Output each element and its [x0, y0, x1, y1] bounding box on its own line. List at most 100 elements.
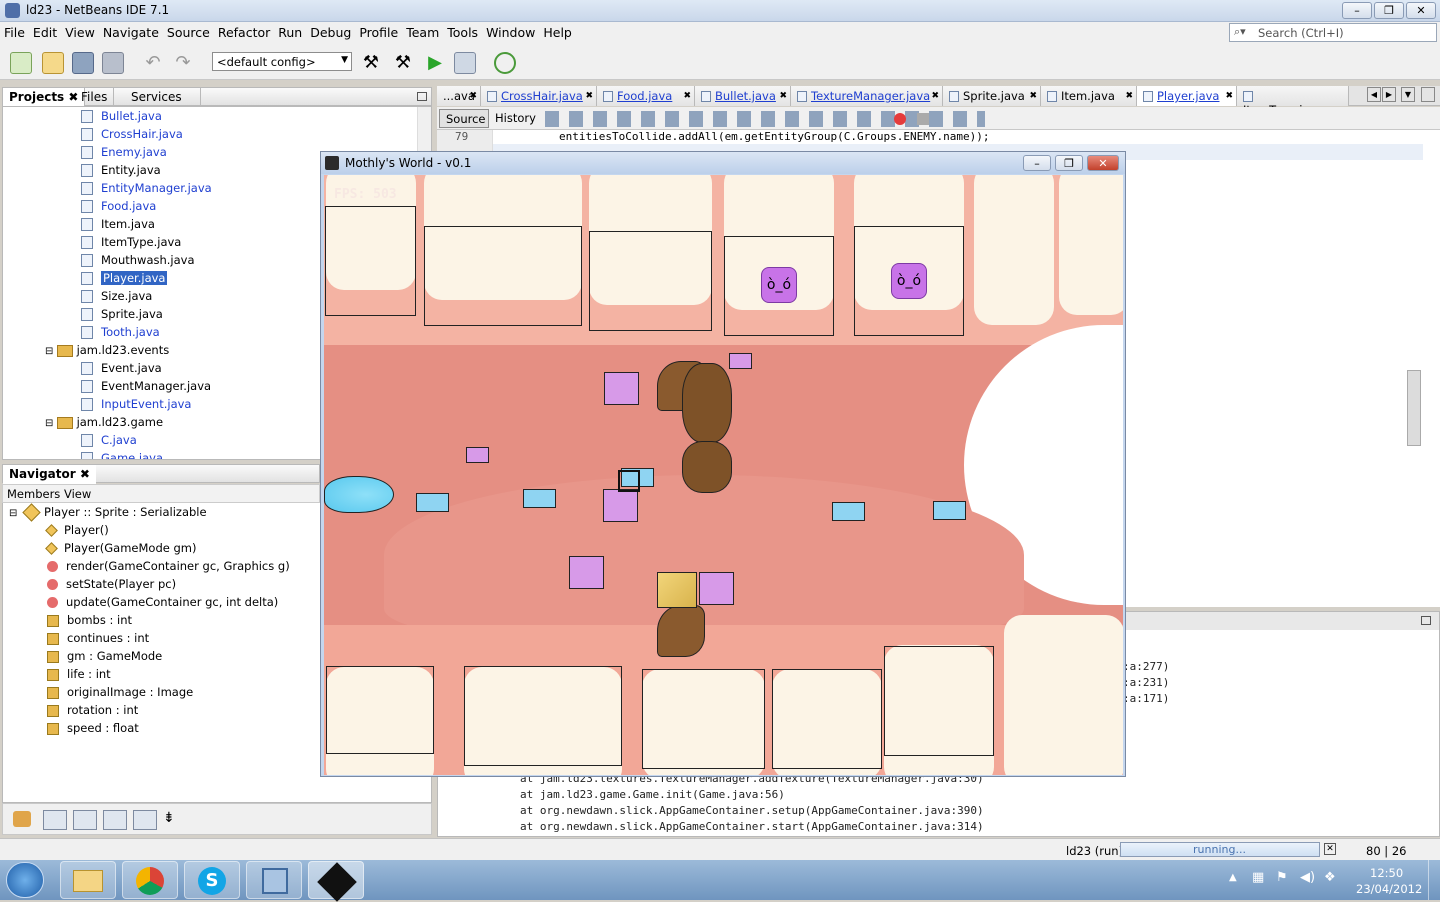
redo-icon[interactable]: ↷ — [172, 52, 194, 74]
history-button[interactable]: History — [491, 109, 537, 128]
clock-time[interactable]: 12:50 — [1370, 866, 1403, 880]
game-canvas[interactable]: ò_ó ò_ó FPS: 503 — [324, 175, 1123, 775]
expand-icon[interactable]: ⊟ — [45, 346, 57, 357]
editor-tab[interactable]: Food.java ✖ — [597, 86, 695, 106]
debug-icon[interactable] — [454, 52, 476, 74]
search-input[interactable]: ⌕▾ Search (Ctrl+I) — [1229, 23, 1437, 42]
game-close-button[interactable]: ✕ — [1087, 155, 1119, 171]
maximize-editor-icon[interactable] — [1421, 87, 1435, 102]
filter-nonpublic-icon[interactable] — [103, 810, 127, 830]
game-minimize-button[interactable]: – — [1023, 155, 1051, 171]
build-hammer-icon[interactable]: ⚒ — [360, 52, 382, 74]
menu-run[interactable]: Run — [274, 22, 306, 40]
editor-tab[interactable]: ...ava ✖ — [437, 86, 481, 106]
tab-list-icon[interactable]: ▼ — [1401, 87, 1415, 102]
file-node[interactable]: C.java — [81, 433, 137, 451]
editor-tab[interactable]: Item.java ✖ — [1041, 86, 1137, 106]
close-tab-icon[interactable]: ✖ — [1125, 91, 1133, 101]
tab-scroll-right-icon[interactable]: ▶ — [1382, 87, 1396, 102]
file-node[interactable]: Event.java — [81, 361, 162, 379]
minimize-panel-icon[interactable] — [417, 92, 427, 101]
file-node[interactable]: Item.java — [81, 217, 155, 235]
editor-tab[interactable]: Sprite.java ✖ — [943, 86, 1041, 106]
file-node[interactable]: Mouthwash.java — [81, 253, 195, 271]
file-node[interactable]: InputEvent.java — [81, 397, 191, 415]
tab-files[interactable]: Files — [75, 88, 115, 107]
minimize-button[interactable]: – — [1342, 2, 1372, 19]
file-node[interactable]: Tooth.java — [81, 325, 160, 343]
minimize-output-icon[interactable] — [1421, 616, 1431, 625]
file-node[interactable]: EntityManager.java — [81, 181, 212, 199]
navigator-member[interactable]: rotation : int — [47, 703, 138, 721]
stack-trace-line[interactable]: at org.newdawn.slick.AppGameContainer.se… — [520, 804, 984, 817]
navigator-member[interactable]: setState(Player pc) — [47, 577, 176, 595]
file-node[interactable]: Sprite.java — [81, 307, 163, 325]
menu-edit[interactable]: Edit — [29, 22, 61, 40]
chrome-taskbar-icon[interactable] — [122, 861, 178, 899]
file-node[interactable]: Entity.java — [81, 163, 161, 181]
menu-tools[interactable]: Tools — [443, 22, 482, 40]
close-tab-icon[interactable]: ✖ — [779, 91, 787, 101]
sort-source-icon[interactable]: ⇟ — [163, 810, 183, 830]
file-node[interactable]: CrossHair.java — [81, 127, 183, 145]
menu-source[interactable]: Source — [163, 22, 214, 40]
new-file-icon[interactable] — [10, 52, 32, 74]
members-view-select[interactable]: Members View — [2, 484, 320, 503]
run-icon[interactable]: ▶ — [424, 52, 446, 74]
stop-macro-icon[interactable] — [917, 113, 929, 125]
show-desktop-button[interactable] — [1428, 860, 1440, 900]
tab-services[interactable]: Services — [125, 88, 201, 107]
start-button[interactable] — [6, 862, 44, 898]
cancel-task-icon[interactable]: ✕ — [1324, 843, 1336, 855]
close-tab-icon[interactable]: ✖ — [1225, 91, 1233, 101]
menu-refactor[interactable]: Refactor — [214, 22, 274, 40]
expand-icon[interactable]: ⊟ — [45, 418, 57, 429]
editor-tab[interactable]: TextureManager.java ✖ — [791, 86, 943, 106]
tab-projects[interactable]: Projects ✖ — [3, 88, 86, 107]
navigator-member[interactable]: gm : GameMode — [47, 649, 162, 667]
close-tab-icon[interactable]: ✖ — [469, 91, 477, 101]
stack-trace-line[interactable]: at jam.ld23.game.Game.init(Game.java:56) — [520, 788, 785, 801]
config-select[interactable]: <default config> ▼ — [212, 52, 352, 71]
dropbox-icon[interactable]: ❖ — [1324, 870, 1336, 885]
file-node[interactable]: EventManager.java — [81, 379, 211, 397]
save-all-icon[interactable] — [102, 52, 124, 74]
source-button[interactable]: Source — [439, 109, 489, 128]
clean-build-icon[interactable]: ⚒ — [392, 52, 414, 74]
package-node[interactable]: ⊟ jam.ld23.events — [45, 343, 169, 361]
file-node[interactable]: Enemy.java — [81, 145, 167, 163]
game-maximize-button[interactable]: ❐ — [1055, 155, 1083, 171]
file-node[interactable]: ItemType.java — [81, 235, 181, 253]
volume-icon[interactable]: ◀) — [1300, 870, 1315, 885]
filter-inherited-icon[interactable] — [13, 811, 31, 827]
close-tab-icon[interactable]: ✖ — [931, 91, 939, 101]
editor-scrollbar[interactable] — [1407, 370, 1421, 446]
navigator-member[interactable]: render(GameContainer gc, Graphics g) — [47, 559, 290, 577]
file-node[interactable]: Player.java — [81, 271, 168, 289]
menu-help[interactable]: Help — [539, 22, 576, 40]
file-node[interactable]: Bullet.java — [81, 109, 162, 127]
navigator-root[interactable]: ⊟ Player :: Sprite : Serializable — [9, 503, 207, 523]
skype-taskbar-icon[interactable]: S — [184, 861, 240, 899]
close-tab-icon[interactable]: ✖ — [585, 91, 593, 101]
record-macro-icon[interactable] — [894, 113, 906, 125]
menu-navigate[interactable]: Navigate — [99, 22, 163, 40]
profile-icon[interactable] — [494, 52, 516, 74]
menu-view[interactable]: View — [61, 22, 99, 40]
navigator-member[interactable]: update(GameContainer gc, int delta) — [47, 595, 278, 613]
navigator-member[interactable]: continues : int — [47, 631, 149, 649]
editor-tab[interactable]: Player.java ✖ — [1137, 86, 1237, 106]
close-tab-icon[interactable]: ✖ — [683, 91, 691, 101]
menu-window[interactable]: Window — [482, 22, 539, 40]
close-button[interactable]: ✕ — [1406, 2, 1436, 19]
java-game-taskbar-icon[interactable] — [308, 861, 364, 902]
navigator-member[interactable]: speed : float — [47, 721, 139, 739]
sort-name-icon[interactable] — [133, 810, 157, 830]
tab-scroll-left-icon[interactable]: ◀ — [1367, 87, 1381, 102]
explorer-taskbar-icon[interactable] — [60, 861, 116, 899]
filter-static-icon[interactable] — [73, 810, 97, 830]
network-icon[interactable]: ▦ — [1252, 870, 1264, 885]
navigator-member[interactable]: originalImage : Image — [47, 685, 193, 703]
filter-fields-icon[interactable] — [43, 810, 67, 830]
menu-file[interactable]: File — [0, 22, 29, 40]
